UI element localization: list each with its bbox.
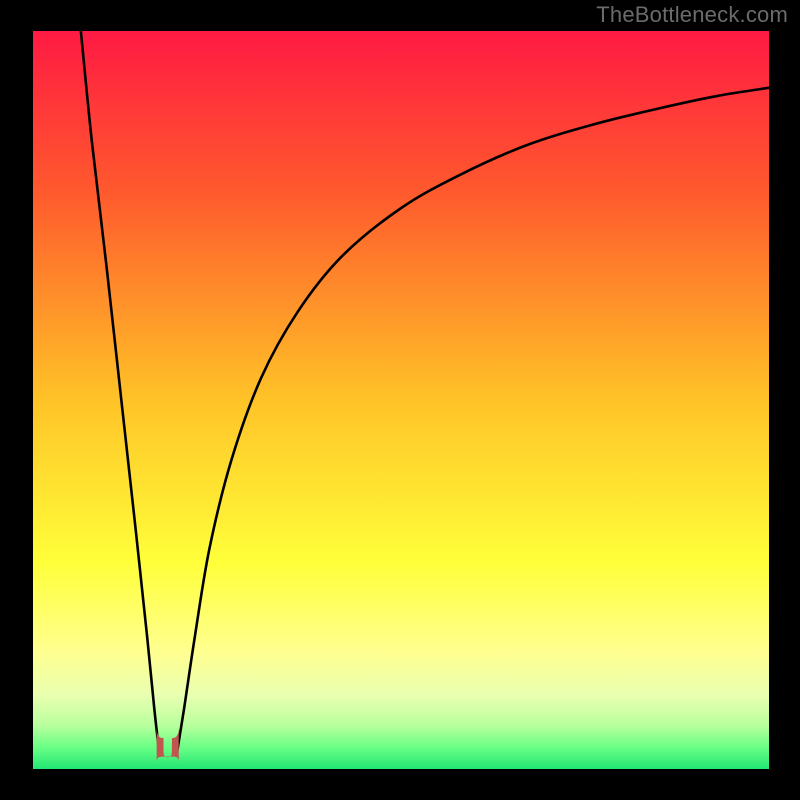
watermark-text: TheBottleneck.com: [596, 2, 788, 28]
chart-svg: [33, 31, 769, 769]
gradient-background: [33, 31, 769, 769]
plot-area: [33, 31, 769, 769]
chart-frame: TheBottleneck.com: [0, 0, 800, 800]
